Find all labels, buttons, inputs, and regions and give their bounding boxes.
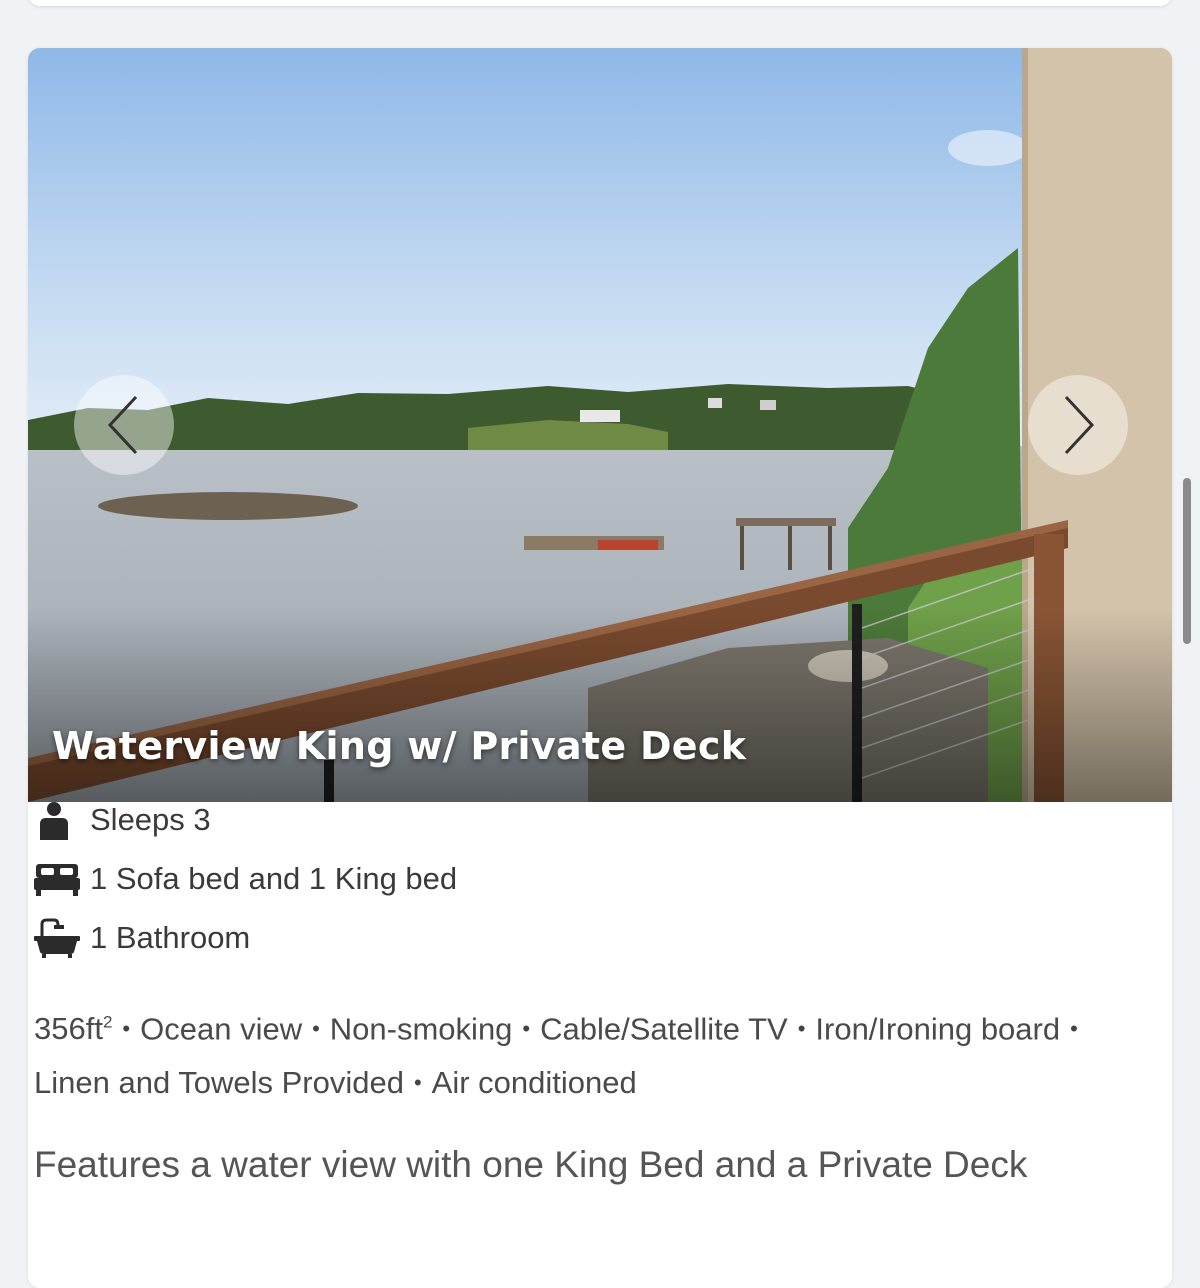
bed-icon — [34, 859, 82, 899]
room-photo-carousel[interactable]: Waterview King w/ Private Deck — [28, 48, 1172, 802]
room-photo — [28, 48, 1172, 802]
feature-sleeps: Sleeps 3 — [34, 790, 1124, 849]
room-features: Sleeps 3 1 Sofa bed and 1 King bed 1 Bat… — [34, 790, 1124, 967]
amenity-item: Linen and Towels Provided — [34, 1065, 404, 1101]
bathrooms-label: 1 Bathroom — [90, 919, 251, 955]
amenity-item: Iron/Ironing board — [815, 1011, 1061, 1047]
chevron-right-icon — [1064, 395, 1095, 455]
sleeps-label: Sleeps 3 — [90, 801, 211, 837]
carousel-prev-button[interactable] — [74, 375, 174, 475]
amenity-item: Cable/Satellite TV — [540, 1011, 788, 1047]
previous-card-bottom — [28, 0, 1172, 6]
chevron-left-icon — [107, 395, 138, 455]
feature-beds: 1 Sofa bed and 1 King bed — [34, 849, 1124, 908]
room-description: Features a water view with one King Bed … — [34, 1144, 1028, 1185]
bathtub-icon — [34, 918, 82, 958]
amenities-list: 356ft2 • Ocean view • Non-smoking • Cable/Sate… — [34, 1011, 1078, 1101]
person-icon — [34, 800, 82, 840]
room-title: Waterview King w/ Private Deck — [52, 724, 747, 768]
page-scrollbar[interactable] — [1183, 478, 1191, 644]
amenity-item: Non-smoking — [329, 1011, 513, 1047]
amenity-item: Air conditioned — [431, 1065, 637, 1101]
feature-bathrooms: 1 Bathroom — [34, 908, 1124, 967]
amenity-item: Ocean view — [140, 1011, 303, 1047]
room-size: 356ft2 — [34, 1011, 113, 1047]
carousel-next-button[interactable] — [1028, 375, 1128, 475]
beds-label: 1 Sofa bed and 1 King bed — [90, 860, 458, 896]
